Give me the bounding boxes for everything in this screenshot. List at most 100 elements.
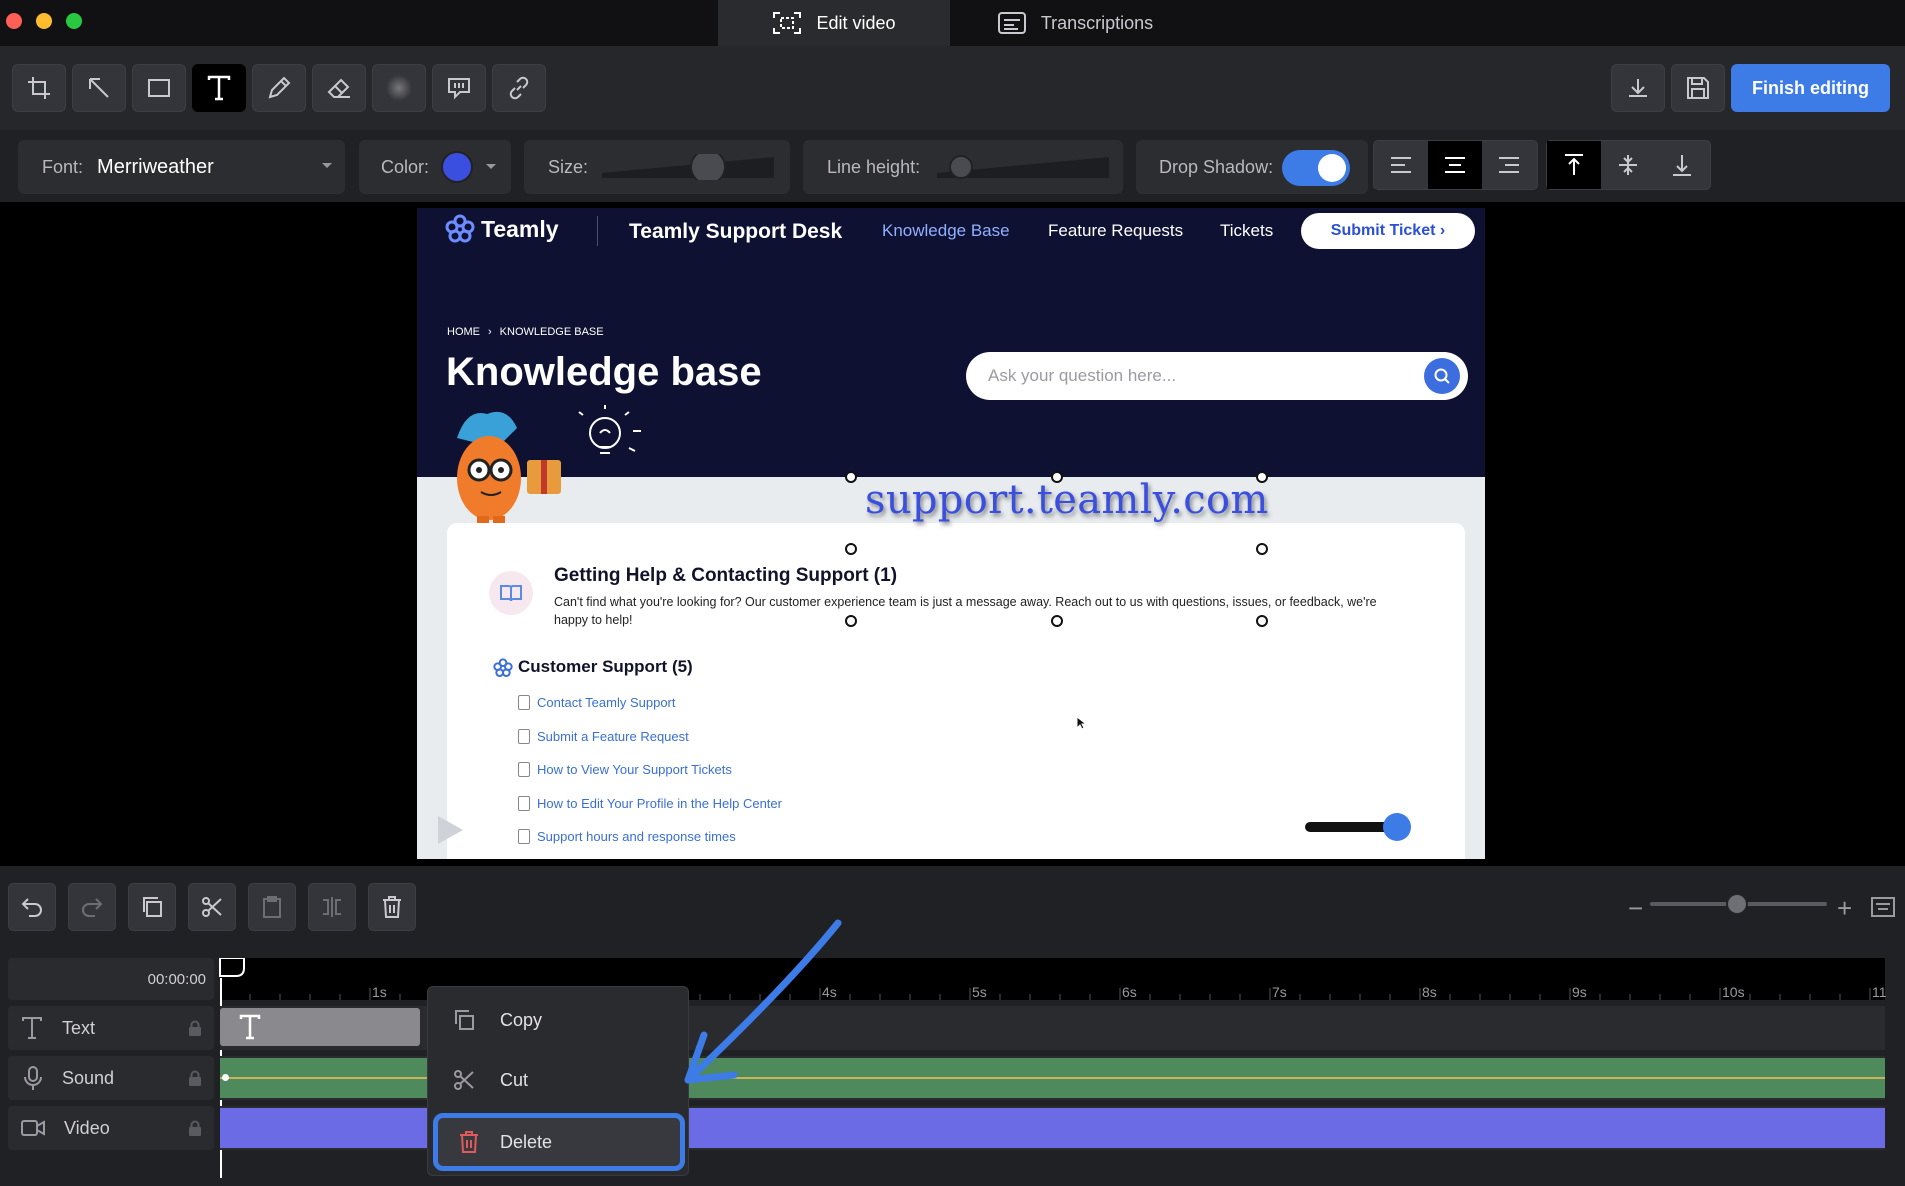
- timecode-box: 00:00:00: [8, 958, 214, 1000]
- article-link[interactable]: Support hours and response times: [537, 829, 736, 844]
- split-button[interactable]: [308, 883, 356, 931]
- download-button[interactable]: [1611, 64, 1665, 112]
- size-slider[interactable]: [598, 154, 778, 180]
- resize-handle[interactable]: [845, 543, 857, 555]
- blur-tool-button[interactable]: [372, 64, 426, 112]
- text-icon: [205, 74, 233, 102]
- color-picker[interactable]: Color:: [359, 140, 511, 194]
- text-icon: [20, 1016, 44, 1040]
- search-icon: [1433, 367, 1451, 385]
- align-top-icon: [1563, 153, 1585, 177]
- breadcrumb-home[interactable]: HOME: [447, 326, 480, 338]
- rectangle-tool-button[interactable]: [132, 64, 186, 112]
- volume-keyframe[interactable]: [222, 1074, 229, 1081]
- vertical-align-group: [1546, 140, 1711, 190]
- submit-ticket-button[interactable]: Submit Ticket ›: [1301, 213, 1475, 249]
- link-tool-button[interactable]: [492, 64, 546, 112]
- trash-icon: [381, 895, 403, 919]
- text-clip[interactable]: [220, 1008, 420, 1046]
- align-center-button[interactable]: [1428, 141, 1482, 189]
- article-link[interactable]: How to Edit Your Profile in the Help Cen…: [537, 796, 782, 811]
- article-link[interactable]: Contact Teamly Support: [537, 695, 676, 710]
- section-title-customer-support[interactable]: Customer Support (5): [518, 657, 693, 677]
- playhead[interactable]: [218, 958, 248, 982]
- lock-icon[interactable]: [188, 1120, 202, 1136]
- search-input[interactable]: Ask your question here...: [988, 366, 1176, 386]
- align-left-button[interactable]: [1374, 141, 1428, 189]
- delete-button[interactable]: [368, 883, 416, 931]
- eraser-tool-button[interactable]: [312, 64, 366, 112]
- minimize-window-button[interactable]: [36, 13, 52, 29]
- lock-icon[interactable]: [188, 1020, 202, 1036]
- align-right-button[interactable]: [1482, 141, 1536, 189]
- track-label: Video: [64, 1117, 110, 1138]
- nav-feature-requests[interactable]: Feature Requests: [1048, 221, 1183, 241]
- chevron-down-icon: [485, 163, 497, 171]
- section-description: Can't find what you're looking for? Our …: [554, 595, 1377, 627]
- article-link[interactable]: How to View Your Support Tickets: [537, 762, 732, 777]
- customer-support-icon: [493, 658, 513, 678]
- menu-item-copy[interactable]: Copy: [428, 991, 690, 1049]
- article-link[interactable]: Submit a Feature Request: [537, 729, 689, 744]
- resize-handle[interactable]: [1256, 615, 1268, 627]
- microphone-icon: [22, 1065, 44, 1091]
- align-left-icon: [1390, 156, 1412, 174]
- undo-button[interactable]: [8, 883, 56, 931]
- font-select[interactable]: Font: Merriweather: [18, 140, 345, 194]
- cut-button[interactable]: [188, 883, 236, 931]
- lock-icon[interactable]: [188, 1070, 202, 1086]
- zoom-in-icon[interactable]: +: [1837, 893, 1852, 924]
- tick-label: 7s: [1272, 984, 1287, 1000]
- arrow-tool-button[interactable]: [72, 64, 126, 112]
- fit-timeline-icon[interactable]: [1870, 896, 1896, 918]
- maximize-window-button[interactable]: [66, 13, 82, 29]
- align-top-button[interactable]: [1547, 141, 1601, 189]
- track-header-text: Text: [8, 1006, 214, 1050]
- duplicate-button[interactable]: [128, 883, 176, 931]
- tab-edit-video[interactable]: Edit video: [718, 0, 950, 46]
- pencil-tool-button[interactable]: [252, 64, 306, 112]
- search-button[interactable]: [1424, 358, 1460, 394]
- save-button[interactable]: [1671, 64, 1725, 112]
- tick-label: 6s: [1122, 984, 1137, 1000]
- document-icon: [518, 829, 530, 844]
- search-bar[interactable]: Ask your question here...: [966, 352, 1468, 400]
- align-bottom-button[interactable]: [1655, 141, 1709, 189]
- blur-icon: [385, 74, 413, 102]
- color-swatch[interactable]: [441, 151, 474, 183]
- resize-handle[interactable]: [1051, 615, 1063, 627]
- paste-button[interactable]: [248, 883, 296, 931]
- align-middle-button[interactable]: [1601, 141, 1655, 189]
- resize-handle[interactable]: [1051, 471, 1063, 483]
- menu-item-label: Delete: [500, 1131, 553, 1152]
- drop-shadow-toggle[interactable]: [1282, 150, 1350, 186]
- play-icon[interactable]: [435, 814, 465, 846]
- menu-item-delete[interactable]: Delete: [433, 1113, 685, 1171]
- zoom-slider[interactable]: [1650, 893, 1827, 915]
- video-frame: Teamly Teamly Support Desk Knowledge Bas…: [417, 208, 1485, 859]
- text-icon: [238, 1014, 262, 1040]
- size-label: Size:: [548, 156, 589, 177]
- line-height-slider[interactable]: [933, 154, 1113, 180]
- resize-handle[interactable]: [845, 471, 857, 483]
- overlay-text[interactable]: support.teamly.com: [865, 477, 1269, 523]
- resize-handle[interactable]: [1256, 543, 1268, 555]
- menu-item-cut[interactable]: Cut: [428, 1051, 690, 1109]
- finish-editing-button[interactable]: Finish editing: [1731, 64, 1890, 112]
- zoom-out-icon[interactable]: −: [1628, 893, 1643, 924]
- redo-button[interactable]: [68, 883, 116, 931]
- callout-tool-button[interactable]: [432, 64, 486, 112]
- text-tool-button[interactable]: [192, 64, 246, 112]
- video-header: Teamly Teamly Support Desk Knowledge Bas…: [417, 208, 1485, 538]
- section-title-getting-help[interactable]: Getting Help & Contacting Support (1): [554, 565, 897, 587]
- volume-slider[interactable]: [1305, 813, 1411, 841]
- timecode: 00:00:00: [147, 971, 206, 988]
- nav-tickets[interactable]: Tickets: [1220, 221, 1273, 241]
- document-icon: [518, 762, 530, 777]
- nav-knowledge-base[interactable]: Knowledge Base: [882, 221, 1010, 241]
- close-window-button[interactable]: [6, 13, 22, 29]
- crop-tool-button[interactable]: [12, 64, 66, 112]
- tab-transcriptions[interactable]: Transcriptions: [975, 0, 1175, 46]
- resize-handle[interactable]: [1256, 471, 1268, 483]
- resize-handle[interactable]: [845, 615, 857, 627]
